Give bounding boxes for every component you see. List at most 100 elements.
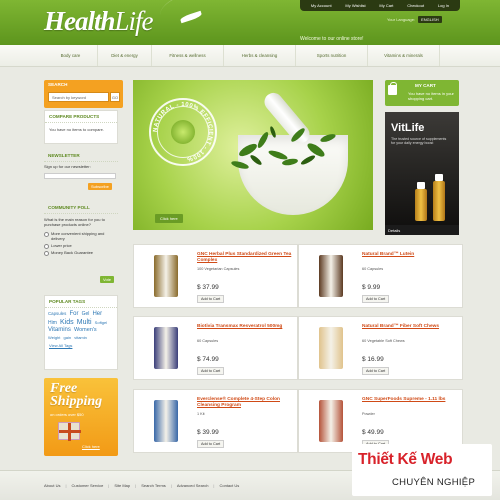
- product-name-link[interactable]: Everclense® Complete 4-Step Colon Cleans…: [197, 397, 293, 409]
- tag-link[interactable]: Women's: [74, 327, 97, 334]
- my-cart-box[interactable]: MY CART You have no items in your shoppi…: [385, 80, 459, 106]
- tag-link[interactable]: vitamin: [74, 335, 87, 340]
- nav-item-sports-nutrition[interactable]: Sports nutrition: [296, 45, 368, 66]
- add-to-cart-button[interactable]: Add to Cart: [197, 295, 225, 303]
- nav-item-herbs-cleansing[interactable]: Herbs & cleansing: [224, 45, 296, 66]
- search-title: SEARCH: [48, 82, 68, 87]
- language-select[interactable]: ENGLISH: [418, 16, 442, 23]
- community-poll-box: COMMUNITY POLL What is the main reason f…: [44, 202, 118, 290]
- product-card: GNC Herbal Plus Standardized Green Tea C…: [133, 244, 298, 308]
- footer-link-site-map[interactable]: Site Map: [114, 483, 130, 488]
- promo-cta-link[interactable]: Click here: [82, 444, 100, 449]
- add-to-cart-button[interactable]: Add to Cart: [197, 440, 225, 448]
- tag-link[interactable]: Gel: [82, 311, 90, 317]
- compare-products-box: COMPARE PRODUCTS You have no items to co…: [44, 110, 118, 144]
- compare-text: You have no items to compare.: [49, 127, 104, 132]
- nav-item-fitness-wellness[interactable]: Fitness & wellness: [152, 45, 224, 66]
- product-card: Biotivia Transmax Resveratrol 500mg 60 Ca…: [133, 316, 298, 380]
- poll-option[interactable]: Lower price: [44, 242, 118, 249]
- promo-subtext: on orders over $50: [50, 412, 84, 417]
- view-all-tags-link[interactable]: View All Tags: [45, 343, 117, 348]
- ad-bar: Details: [385, 225, 459, 235]
- shopping-bag-icon: [388, 82, 397, 95]
- add-to-cart-button[interactable]: Add to Cart: [197, 367, 225, 375]
- product-name-link[interactable]: Natural Brand™ Lutein: [362, 252, 458, 258]
- search-box: SEARCH Search by keyword GO: [44, 80, 123, 108]
- radio-icon[interactable]: [44, 232, 49, 237]
- bottle-image: [415, 189, 427, 221]
- poll-question: What is the main reason for you to purch…: [44, 217, 105, 227]
- hero-slider[interactable]: NATURAL - 100% EFFICIENT - 100% Click he…: [133, 80, 373, 230]
- add-to-cart-button[interactable]: Add to Cart: [362, 367, 390, 375]
- product-image[interactable]: [154, 327, 178, 369]
- product-description: 100 Vegetarian Capsules: [197, 267, 240, 271]
- top-link-checkout[interactable]: Checkout: [407, 3, 424, 8]
- subscribe-button[interactable]: Subscribe: [88, 183, 112, 190]
- poll-option-label: Lower price: [51, 242, 72, 248]
- footer-link-customer-service[interactable]: Customer Service: [72, 483, 104, 488]
- tag-link[interactable]: Kids: [60, 319, 74, 328]
- product-image[interactable]: [319, 400, 343, 442]
- product-name-link[interactable]: GNC SuperFoods Supreme - 1.11 lbs: [362, 397, 458, 403]
- language-switcher: Your Language: ENGLISH: [387, 16, 442, 23]
- slider-cta-button[interactable]: Click here: [155, 214, 183, 223]
- search-input[interactable]: Search by keyword: [48, 92, 109, 102]
- product-image[interactable]: [319, 255, 343, 297]
- product-description: Powder: [362, 412, 375, 416]
- radio-icon[interactable]: [44, 243, 49, 249]
- tag-link[interactable]: For: [69, 311, 78, 319]
- nav-item-body-care[interactable]: Body care: [44, 45, 98, 66]
- top-link-my-account[interactable]: My Account: [311, 3, 332, 8]
- radio-icon[interactable]: [44, 250, 49, 256]
- logo-health-text: Health: [44, 6, 116, 36]
- tag-link[interactable]: Him: [48, 320, 57, 326]
- nav-item-vitamins-minerals[interactable]: Vitamins & minerals: [368, 45, 440, 66]
- gift-box-icon: [58, 422, 81, 441]
- tag-link[interactable]: Her: [92, 311, 102, 319]
- footer-link-about-us[interactable]: About Us: [44, 483, 60, 488]
- nav-item-diet-energy[interactable]: Diet & energy: [98, 45, 152, 66]
- bottle-cap: [417, 182, 425, 189]
- footer-sep: |: [135, 483, 137, 488]
- popular-tags-box: POPULAR TAGS Capsules For Gel Her Him Ki…: [44, 295, 118, 370]
- product-name-link[interactable]: Natural Brand™ Fiber Soft Chews: [362, 324, 458, 330]
- product-price: $ 9.99: [362, 284, 381, 291]
- top-link-my-cart[interactable]: My Cart: [379, 3, 393, 8]
- product-price: $ 16.99: [362, 356, 384, 363]
- product-image[interactable]: [154, 255, 178, 297]
- top-link-log-in[interactable]: Log In: [438, 3, 449, 8]
- tag-link[interactable]: Weight: [48, 335, 60, 340]
- newsletter-email-input[interactable]: [44, 173, 116, 179]
- vitlife-ad-banner[interactable]: VitLife The trusted source of supplement…: [385, 112, 459, 235]
- product-name-link[interactable]: GNC Herbal Plus Standardized Green Tea C…: [197, 252, 293, 264]
- free-shipping-banner[interactable]: Free Shipping on orders over $50 Click he…: [44, 378, 118, 456]
- product-name-link[interactable]: Biotivia Transmax Resveratrol 500mg: [197, 324, 293, 330]
- product-price: $ 49.99: [362, 429, 384, 436]
- product-description: 60 Vegetable Soft Chews: [362, 339, 405, 343]
- poll-option[interactable]: More convenient shipping and delivery: [44, 231, 118, 242]
- newsletter-title: NEWSLETTER: [44, 150, 118, 162]
- tag-link[interactable]: gain: [64, 335, 72, 340]
- tag-link[interactable]: Capsules: [48, 311, 66, 317]
- tag-link[interactable]: Multi: [77, 319, 92, 328]
- top-link-my-wishlist[interactable]: My Wishlist: [345, 3, 365, 8]
- footer-sep: |: [213, 483, 215, 488]
- watermark-logo: Thiết Kế Web CHUYÊN NGHIỆP: [352, 444, 492, 496]
- compare-title: COMPARE PRODUCTS: [45, 111, 117, 123]
- footer-link-advanced-search[interactable]: Advanced Search: [177, 483, 209, 488]
- add-to-cart-button[interactable]: Add to Cart: [362, 295, 390, 303]
- footer-link-search-terms[interactable]: Search Terms: [141, 483, 166, 488]
- tag-link[interactable]: Vitamins: [48, 327, 71, 335]
- badge-text-ring: NATURAL - 100% EFFICIENT - 100%: [153, 102, 213, 162]
- product-card: Everclense® Complete 4-Step Colon Cleans…: [133, 389, 298, 453]
- product-image[interactable]: [154, 400, 178, 442]
- vote-button[interactable]: Vote: [100, 276, 115, 283]
- footer-link-contact-us[interactable]: Contact Us: [219, 483, 239, 488]
- cart-title: MY CART: [415, 83, 436, 88]
- bottle-cap: [435, 174, 443, 181]
- product-image[interactable]: [319, 327, 343, 369]
- logo[interactable]: HealthLife: [44, 6, 154, 37]
- tag-link[interactable]: Softgel: [95, 320, 107, 325]
- poll-option[interactable]: Money Back Guarantee: [44, 250, 118, 256]
- search-go-button[interactable]: GO: [110, 92, 120, 102]
